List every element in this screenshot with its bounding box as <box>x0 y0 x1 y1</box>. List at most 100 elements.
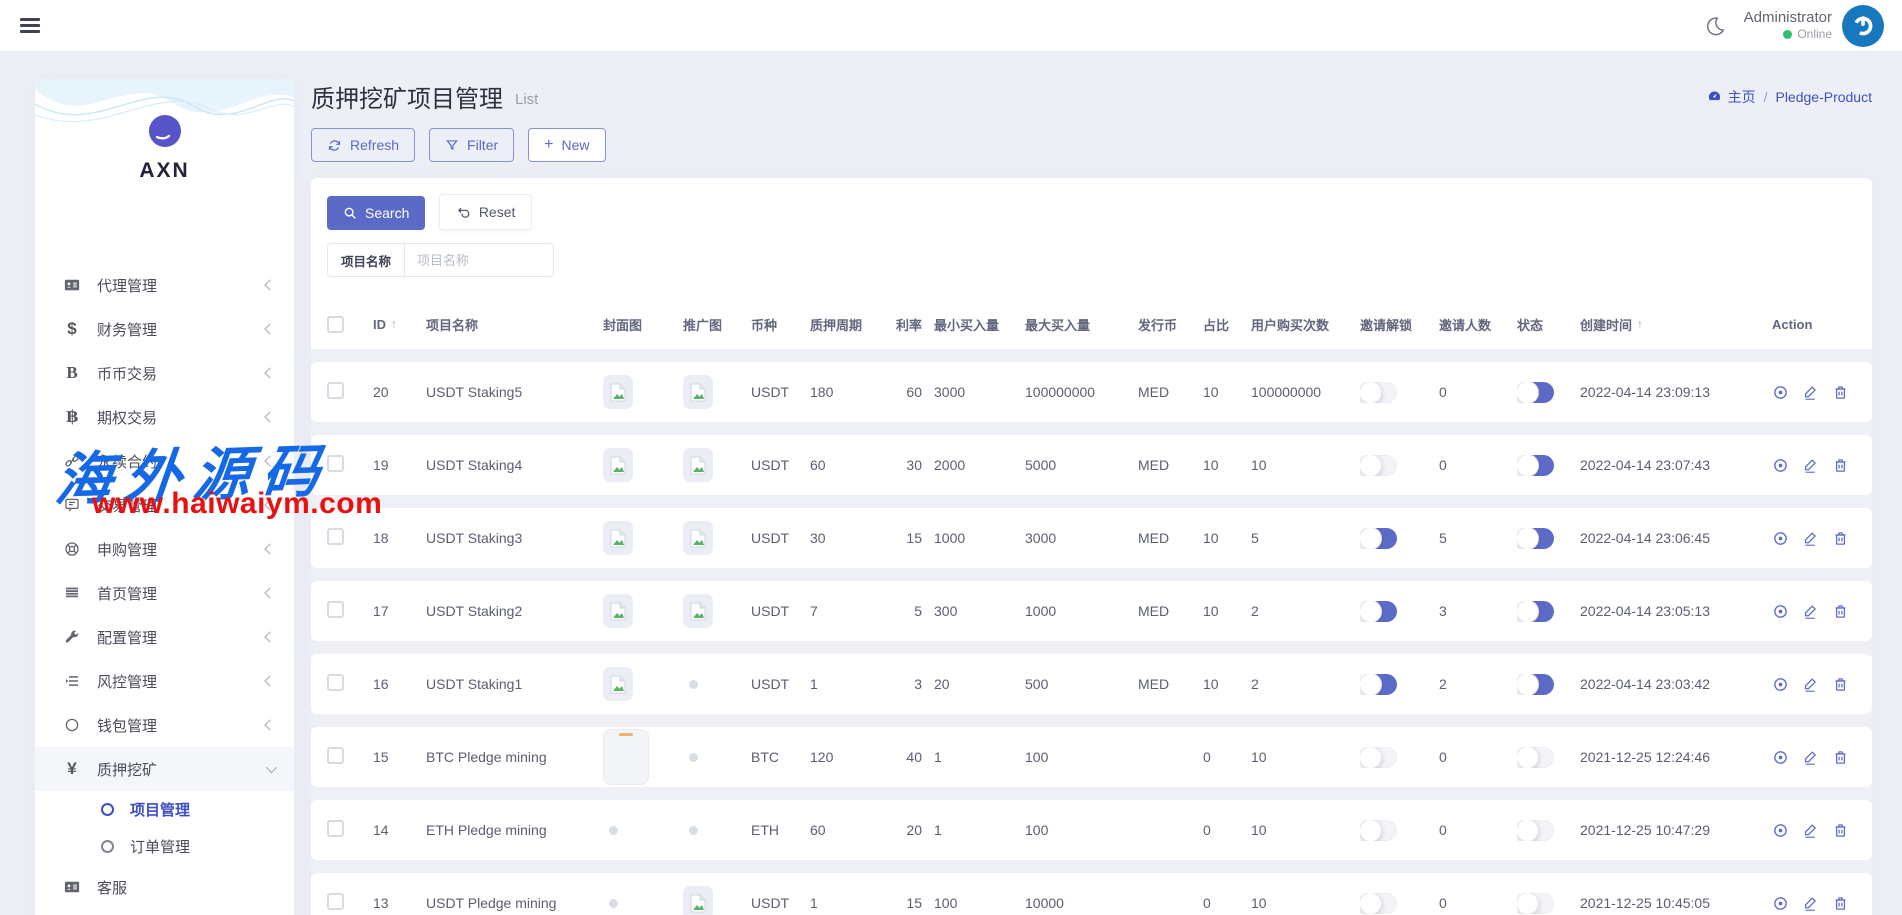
row-checkbox[interactable] <box>327 601 344 618</box>
view-button[interactable] <box>1772 895 1789 912</box>
invite_unlock-toggle[interactable] <box>1360 601 1397 622</box>
filter-button[interactable]: Filter <box>429 128 514 162</box>
invite_unlock-toggle[interactable] <box>1360 382 1397 403</box>
search-button[interactable]: Search <box>327 196 425 230</box>
sidebar-subitem-11-1[interactable]: 订单管理 <box>35 828 294 865</box>
delete-button[interactable] <box>1832 457 1849 474</box>
promo-broken-image-icon <box>683 448 713 482</box>
row-checkbox[interactable] <box>327 747 344 764</box>
status-toggle[interactable] <box>1517 820 1554 841</box>
delete-button[interactable] <box>1832 749 1849 766</box>
edit-button[interactable] <box>1802 603 1819 620</box>
cell-checkbox <box>327 893 373 913</box>
cell-action <box>1772 676 1856 693</box>
cover-broken-image-icon <box>603 667 633 701</box>
invite_unlock-toggle[interactable] <box>1360 820 1397 841</box>
invite_unlock-toggle[interactable] <box>1360 747 1397 768</box>
cell-ratio: 10 <box>1203 457 1251 473</box>
status-toggle[interactable] <box>1517 601 1554 622</box>
brand-name: AXN <box>35 159 294 183</box>
view-button[interactable] <box>1772 676 1789 693</box>
status-toggle[interactable] <box>1517 674 1554 695</box>
sidebar-item-8[interactable]: 配置管理 <box>35 615 294 659</box>
status-toggle[interactable] <box>1517 455 1554 476</box>
promo-loading-dot <box>689 826 698 835</box>
sidebar-item-label: 风控管理 <box>97 671 157 692</box>
edit-button[interactable] <box>1802 457 1819 474</box>
sidebar-item-9[interactable]: 风控管理 <box>35 659 294 703</box>
view-button[interactable] <box>1772 530 1789 547</box>
delete-button[interactable] <box>1832 676 1849 693</box>
invite_unlock-toggle[interactable] <box>1360 455 1397 476</box>
view-button[interactable] <box>1772 384 1789 401</box>
delete-button[interactable] <box>1832 384 1849 401</box>
sidebar-item-12[interactable]: 客服 <box>35 865 294 909</box>
invite_unlock-toggle[interactable] <box>1360 893 1397 914</box>
cell-buy_count: 10 <box>1251 457 1360 473</box>
sidebar-item-3[interactable]: ฿ 期权交易 <box>35 395 294 439</box>
sidebar-item-11[interactable]: ¥ 质押挖矿 <box>35 747 294 791</box>
delete-button[interactable] <box>1832 530 1849 547</box>
status-toggle[interactable] <box>1517 893 1554 914</box>
row-checkbox[interactable] <box>327 893 344 910</box>
cell-cover <box>603 521 683 555</box>
sidebar-item-0[interactable]: 代理管理 <box>35 263 294 307</box>
sidebar-item-2[interactable]: B 币币交易 <box>35 351 294 395</box>
cell-rate: 40 <box>886 749 934 765</box>
cell-status <box>1517 455 1580 476</box>
lifebuoy-icon <box>62 540 82 558</box>
status-toggle[interactable] <box>1517 747 1554 768</box>
sidebar-item-7[interactable]: 首页管理 <box>35 571 294 615</box>
new-button[interactable]: + New <box>528 128 605 162</box>
dark-mode-moon-icon[interactable] <box>1704 15 1726 37</box>
edit-button[interactable] <box>1802 895 1819 912</box>
edit-button[interactable] <box>1802 676 1819 693</box>
view-button[interactable] <box>1772 749 1789 766</box>
edit-button[interactable] <box>1802 384 1819 401</box>
row-checkbox[interactable] <box>327 674 344 691</box>
cell-id: 13 <box>373 895 426 911</box>
edit-button[interactable] <box>1802 530 1819 547</box>
cell-promo <box>683 521 751 555</box>
invite_unlock-toggle[interactable] <box>1360 528 1397 549</box>
cell-rate: 3 <box>886 676 934 692</box>
row-checkbox[interactable] <box>327 382 344 399</box>
sidebar-subitem-11-0[interactable]: 项目管理 <box>35 791 294 828</box>
select-all-checkbox[interactable] <box>327 316 344 333</box>
row-checkbox[interactable] <box>327 820 344 837</box>
sidebar-item-4[interactable]: 永续合约 <box>35 439 294 483</box>
status-toggle[interactable] <box>1517 528 1554 549</box>
row-checkbox[interactable] <box>327 455 344 472</box>
delete-button[interactable] <box>1832 603 1849 620</box>
hamburger-menu-icon[interactable] <box>20 15 40 37</box>
sidebar-item-10[interactable]: 钱包管理 <box>35 703 294 747</box>
view-button[interactable] <box>1772 603 1789 620</box>
edit-button[interactable] <box>1802 749 1819 766</box>
project-name-input[interactable] <box>405 244 553 276</box>
breadcrumb-separator: / <box>1764 89 1768 105</box>
status-toggle[interactable] <box>1517 382 1554 403</box>
cell-action <box>1772 895 1856 912</box>
view-button[interactable] <box>1772 457 1789 474</box>
delete-button[interactable] <box>1832 822 1849 839</box>
avatar[interactable] <box>1842 5 1884 47</box>
delete-button[interactable] <box>1832 895 1849 912</box>
cell-max_buy: 100 <box>1025 822 1138 838</box>
view-button[interactable] <box>1772 822 1789 839</box>
edit-button[interactable] <box>1802 822 1819 839</box>
invite_unlock-toggle[interactable] <box>1360 674 1397 695</box>
sidebar-item-6[interactable]: 申购管理 <box>35 527 294 571</box>
sidebar-item-1[interactable]: $ 财务管理 <box>35 307 294 351</box>
sidebar-item-5[interactable]: 交易管理 <box>35 483 294 527</box>
cell-min_buy: 1 <box>934 822 1025 838</box>
cell-max_buy: 3000 <box>1025 530 1138 546</box>
column-header-created[interactable]: 创建时间↑ <box>1580 315 1772 334</box>
reset-button[interactable]: Reset <box>439 194 533 230</box>
breadcrumb-home-link[interactable]: 主页 <box>1707 87 1756 107</box>
cell-rate: 20 <box>886 822 934 838</box>
column-header-id[interactable]: ID↑ <box>373 317 426 332</box>
cell-period: 7 <box>810 603 886 619</box>
user-menu[interactable]: Administrator Online <box>1744 5 1884 47</box>
refresh-button[interactable]: Refresh <box>311 128 415 162</box>
row-checkbox[interactable] <box>327 528 344 545</box>
